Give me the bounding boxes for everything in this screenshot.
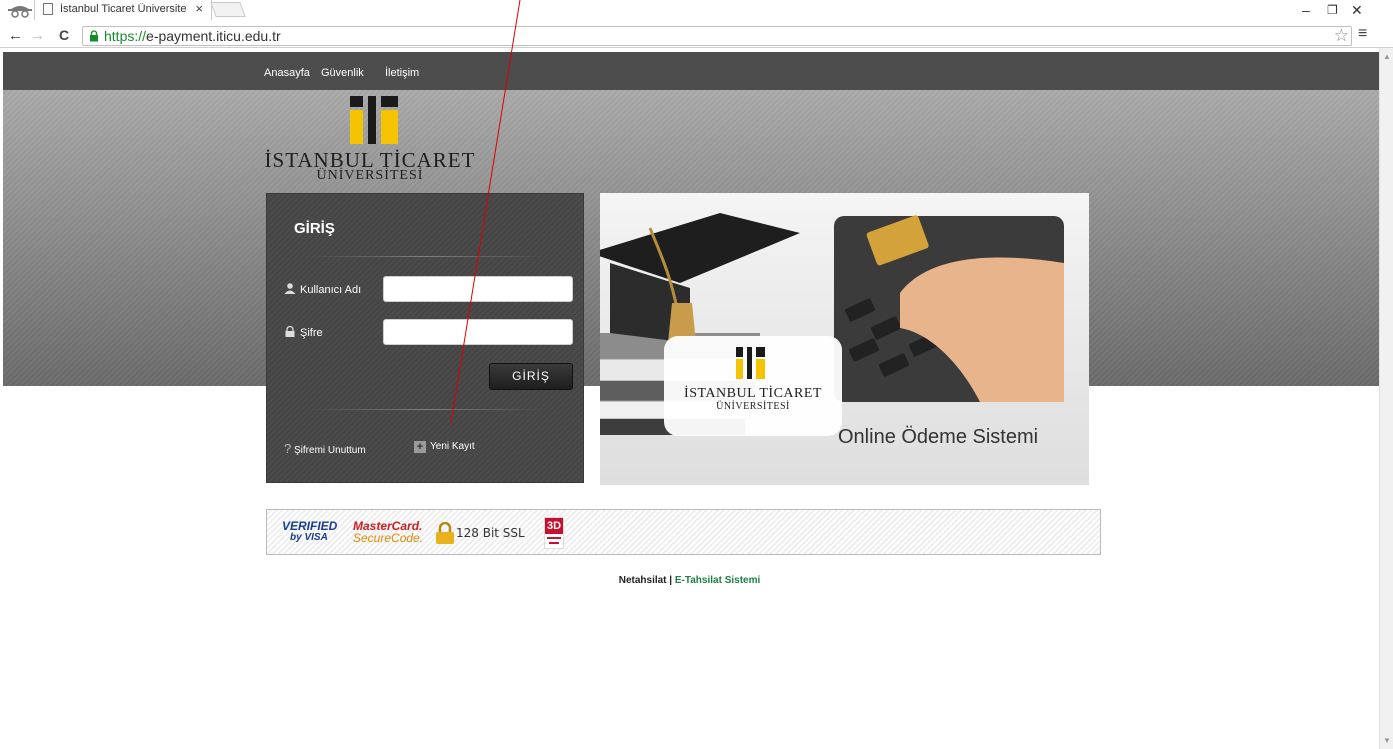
url-host: e-payment.iticu.edu.tr <box>146 28 281 44</box>
login-panel: GİRİŞ Kullanıcı Adı Şifre GİRİŞ ? Şifrem… <box>266 193 584 483</box>
3d-secure-text: 3D <box>545 518 563 534</box>
window-close-icon[interactable]: ✕ <box>1351 2 1363 19</box>
password-input[interactable] <box>383 319 573 345</box>
login-title: GİRİŞ <box>294 220 335 237</box>
security-logos-strip: VERIFIED by VISA MasterCard. SecureCode.… <box>266 509 1101 555</box>
nav-anasayfa[interactable]: Anasayfa <box>264 67 310 79</box>
question-icon: ? <box>284 441 292 456</box>
username-label-text: Kullanıcı Adı <box>300 284 362 296</box>
ssl-padlock-icon <box>436 522 454 544</box>
username-label: Kullanıcı Adı <box>284 283 361 296</box>
banner-logo-sub: ÜNİVERSİTESİ <box>716 401 790 412</box>
footer-product-link[interactable]: E-Tahsilat Sistemi <box>675 575 760 586</box>
forgot-password-text: Şifremi Unuttum <box>294 445 366 456</box>
address-bar[interactable]: https://e-payment.iticu.edu.tr ☆ <box>82 26 1352 46</box>
incognito-profile-icon[interactable] <box>6 0 34 18</box>
nav-iletisim[interactable]: İletişim <box>385 67 419 79</box>
tab-title: İstanbul Ticaret Üniversite <box>60 3 187 15</box>
scroll-up-icon[interactable]: ▲ <box>1383 52 1391 61</box>
banner-caption: Online Ödeme Sistemi <box>838 426 1039 448</box>
browser-tab-strip: İstanbul Ticaret Üniversite × – ❐ ✕ <box>0 0 1393 24</box>
top-navigation: Anasayfa Güvenlik İletişim <box>3 52 1379 90</box>
visa-top-text: VERIFIED <box>282 519 338 533</box>
university-subtitle: ÜNİVERSİTESİ <box>316 168 424 183</box>
secure-lock-icon <box>90 30 98 42</box>
password-label: Şifre <box>284 326 323 339</box>
browser-menu-icon[interactable]: ≡ <box>1358 25 1367 43</box>
reload-icon[interactable]: C <box>59 27 69 43</box>
bookmark-star-icon[interactable]: ☆ <box>1334 26 1349 46</box>
divider <box>307 256 547 257</box>
login-submit-button[interactable]: GİRİŞ <box>489 363 573 390</box>
scroll-down-icon[interactable]: ▼ <box>1383 736 1391 745</box>
mastercard-securecode-logo: MasterCard. SecureCode. <box>353 520 423 544</box>
restore-icon[interactable]: ❐ <box>1327 3 1338 17</box>
banner-logo-name: İSTANBUL TİCARET <box>684 386 822 401</box>
promo-banner: İSTANBUL TİCARET ÜNİVERSİTESİ Online Öde… <box>600 193 1089 485</box>
ssl-text: 128 Bit SSL <box>456 526 525 540</box>
url-scheme: https:// <box>104 28 147 44</box>
nav-guvenlik[interactable]: Güvenlik <box>321 67 364 79</box>
password-label-text: Şifre <box>300 327 323 339</box>
verified-by-visa-logo: VERIFIED by VISA <box>282 520 337 544</box>
lock-icon <box>285 326 295 337</box>
username-input[interactable] <box>383 276 573 302</box>
university-logo[interactable]: İSTANBUL TİCARET ÜNİVERSİTESİ <box>256 96 486 188</box>
register-link[interactable]: + Yeni Kayıt <box>414 441 475 453</box>
register-text: Yeni Kayıt <box>430 441 475 452</box>
page-footer: Netahsilat | E-Tahsilat Sistemi <box>0 575 1379 586</box>
back-icon[interactable]: ← <box>8 27 23 44</box>
browser-tab[interactable]: İstanbul Ticaret Üniversite × <box>34 0 212 20</box>
university-logo-mark-icon <box>350 96 398 144</box>
minimize-icon[interactable]: – <box>1302 2 1310 18</box>
plus-icon: + <box>414 441 426 453</box>
forward-icon[interactable]: → <box>30 27 45 44</box>
3d-secure-line <box>549 542 559 544</box>
page-viewport: Anasayfa Güvenlik İletişim İSTANBUL TİCA… <box>0 48 1379 749</box>
forgot-password-link[interactable]: ? Şifremi Unuttum <box>284 441 366 456</box>
mc-bottom-text: SecureCode. <box>353 531 424 545</box>
visa-bottom-text: by VISA <box>290 532 328 543</box>
vertical-scrollbar[interactable]: ▲ ▼ <box>1379 48 1393 749</box>
new-tab-button[interactable] <box>210 2 246 17</box>
divider <box>307 409 547 410</box>
user-icon <box>284 283 296 294</box>
browser-toolbar: ← → C https://e-payment.iticu.edu.tr ☆ ≡ <box>0 24 1393 48</box>
url-text: https://e-payment.iticu.edu.tr <box>104 28 281 44</box>
footer-brand[interactable]: Netahsilat <box>619 575 667 586</box>
3d-secure-line <box>547 537 561 539</box>
page-icon <box>43 3 53 15</box>
tab-close-icon[interactable]: × <box>195 1 203 16</box>
footer-divider: | <box>666 575 675 586</box>
3d-secure-logo: 3D <box>544 517 564 549</box>
